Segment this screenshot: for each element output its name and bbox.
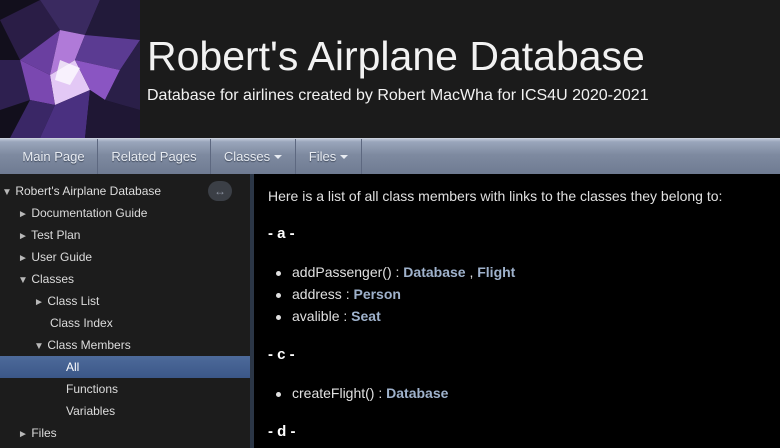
main-menu-bar: Main Page Related Pages Classes Files xyxy=(0,138,780,175)
tree-item-label: Robert's Airplane Database xyxy=(15,184,162,198)
section-heading-a: - a - xyxy=(268,225,295,242)
tree-item-class-members[interactable]: ▼ Class Members xyxy=(0,334,250,356)
member-separator: , xyxy=(465,264,478,280)
tree-item-functions[interactable]: Functions xyxy=(0,378,250,400)
navigation-tree: ▼ Robert's Airplane Database ► Documenta… xyxy=(0,174,250,448)
tree-item-label: Documentation Guide xyxy=(31,206,148,220)
expand-arrow-icon[interactable]: ► xyxy=(18,248,28,270)
member-item: address : Person xyxy=(276,286,401,302)
member-item: addPassenger() : Database , Flight xyxy=(275,264,515,280)
tree-item-user-guide[interactable]: ► User Guide xyxy=(0,246,250,268)
nav-related-pages[interactable]: Related Pages xyxy=(98,139,211,175)
project-logo xyxy=(0,0,140,138)
member-name: addPassenger() : xyxy=(292,264,404,280)
tree-item-documentation-guide[interactable]: ► Documentation Guide xyxy=(0,202,250,224)
tree-item-classes[interactable]: ▼ Classes xyxy=(0,268,250,290)
tree-item-files[interactable]: ► Files xyxy=(0,422,250,444)
class-link-database[interactable]: Database xyxy=(386,385,448,401)
tree-item-label: Class List xyxy=(47,294,100,308)
intro-text: Here is a list of all class members with… xyxy=(268,188,723,204)
tree-item-label: Functions xyxy=(66,382,119,396)
nav-classes-label: Classes xyxy=(223,149,271,164)
class-link-person[interactable]: Person xyxy=(353,286,400,302)
class-link-seat[interactable]: Seat xyxy=(351,308,381,324)
nav-files-label: Files xyxy=(308,149,337,164)
section-heading-c: - c - xyxy=(268,346,295,363)
expand-arrow-icon[interactable]: ▼ xyxy=(34,336,44,358)
section-heading-d: - d - xyxy=(268,423,296,440)
tree-item-label: All xyxy=(66,360,80,374)
expand-arrow-icon[interactable]: ▼ xyxy=(18,270,28,292)
member-name: address : xyxy=(292,286,354,302)
expand-arrow-icon[interactable]: ► xyxy=(18,226,28,248)
expand-arrow-icon[interactable]: ▼ xyxy=(2,182,12,204)
nav-main-page-label: Main Page xyxy=(22,149,85,164)
tree-item-test-plan[interactable]: ► Test Plan xyxy=(0,224,250,246)
tree-item-label: Classes xyxy=(31,272,75,286)
nav-related-pages-label: Related Pages xyxy=(111,149,197,164)
tree-item-class-list[interactable]: ► Class List xyxy=(0,290,250,312)
tree-item-label: Files xyxy=(31,426,57,440)
chevron-down-icon xyxy=(274,154,283,159)
sync-toggle-icon[interactable]: ↔ xyxy=(208,181,232,201)
class-link-database[interactable]: Database xyxy=(403,264,465,280)
nav-files[interactable]: Files xyxy=(296,139,362,175)
tree-item-all[interactable]: All xyxy=(0,356,250,378)
member-item: createFlight() : Database xyxy=(275,385,448,401)
tree-item-label: Class Members xyxy=(47,338,131,352)
class-link-flight[interactable]: Flight xyxy=(477,264,515,280)
tree-item-label: User Guide xyxy=(31,250,93,264)
member-name: avalible : xyxy=(292,308,352,324)
member-name: createFlight() : xyxy=(292,385,387,401)
expand-arrow-icon[interactable]: ► xyxy=(18,204,28,226)
member-item: avalible : Seat xyxy=(276,308,381,324)
tree-item-label: Test Plan xyxy=(31,228,81,242)
expand-arrow-icon[interactable]: ► xyxy=(34,292,44,314)
tree-item-variables[interactable]: Variables xyxy=(0,400,250,422)
project-title: Robert's Airplane Database xyxy=(147,33,645,79)
main-content: Here is a list of all class members with… xyxy=(254,174,780,448)
expand-arrow-icon[interactable]: ► xyxy=(18,424,28,446)
nav-classes[interactable]: Classes xyxy=(211,139,296,175)
project-subtitle: Database for airlines created by Robert … xyxy=(147,87,649,104)
chevron-down-icon xyxy=(340,154,349,159)
header: Robert's Airplane Database Database for … xyxy=(0,0,780,138)
tree-item-label: Variables xyxy=(66,404,116,418)
nav-main-page[interactable]: Main Page xyxy=(10,139,98,175)
tree-item-label: Class Index xyxy=(50,316,113,330)
tree-item-class-index[interactable]: Class Index xyxy=(0,312,250,334)
